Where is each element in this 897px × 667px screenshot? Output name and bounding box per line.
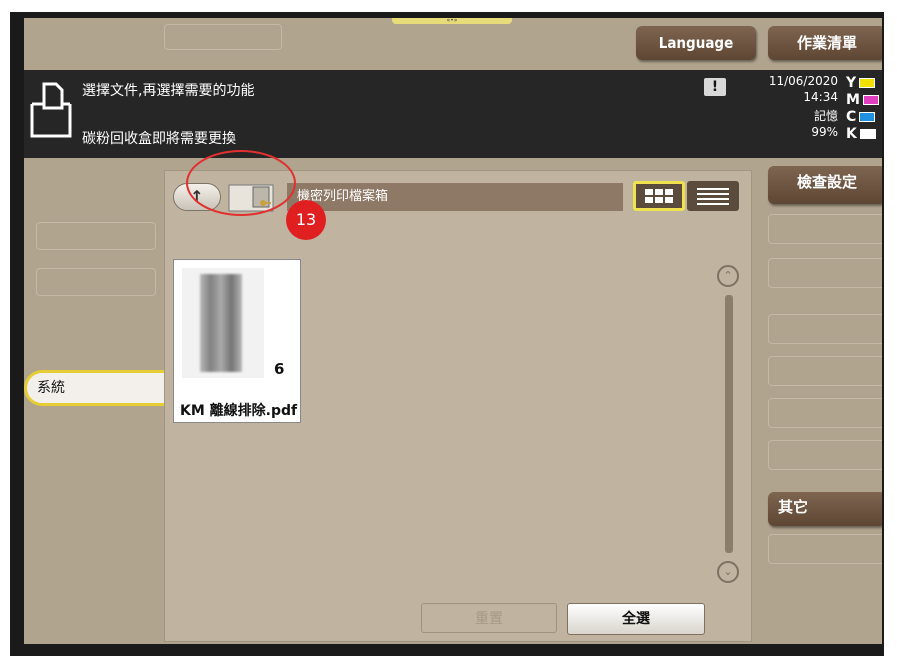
left-ghost-button-1 bbox=[36, 222, 156, 250]
list-view-icon bbox=[697, 188, 729, 205]
left-ghost-button-2 bbox=[36, 268, 156, 296]
job-list-button[interactable]: 作業清單 bbox=[768, 26, 882, 60]
status-message-1: 選擇文件,再選擇需要的功能 bbox=[82, 83, 255, 99]
top-handle[interactable]: «•» bbox=[392, 18, 512, 24]
list-view-button[interactable] bbox=[687, 181, 739, 211]
time-text: 14:34 bbox=[803, 90, 838, 104]
date-text: 11/06/2020 bbox=[768, 74, 838, 88]
scroll-up-button[interactable]: ⌃ bbox=[717, 265, 739, 287]
folder-path: 機密列印檔案箱 bbox=[287, 183, 623, 211]
language-button[interactable]: Language bbox=[636, 26, 756, 60]
status-message-2: 碳粉回收盒即將需要更換 bbox=[82, 131, 236, 147]
document-icon bbox=[30, 82, 72, 138]
annotation-number-badge: 13 bbox=[286, 200, 326, 240]
file-name: KM 離線排除.pdf bbox=[180, 403, 298, 419]
annotation-circle bbox=[186, 150, 296, 216]
right-ghost-button-2 bbox=[768, 258, 882, 288]
file-thumbnail[interactable]: 6 KM 離線排除.pdf bbox=[173, 259, 301, 423]
right-ghost-button-7 bbox=[768, 534, 882, 564]
right-ghost-button-5 bbox=[768, 398, 882, 428]
reset-button: 重置 bbox=[421, 603, 557, 633]
file-page-count: 6 bbox=[274, 360, 285, 378]
check-settings-button[interactable]: 檢查設定 bbox=[768, 166, 882, 204]
right-ghost-button-6 bbox=[768, 440, 882, 470]
toner-magenta: M bbox=[846, 93, 879, 107]
file-browser-panel: ↑ 機密列印檔案箱 6 KM 離線排除.pdf ⌃ ⌄ 重置 全選 bbox=[164, 170, 752, 642]
memory-percent: 99% bbox=[811, 125, 838, 139]
toner-black: K bbox=[846, 127, 876, 141]
panel-screen: «•» Language 作業清單 選擇文件,再選擇需要的功能 碳粉回收盒即將需… bbox=[24, 18, 882, 644]
right-ghost-button-1 bbox=[768, 214, 882, 244]
other-button[interactable]: 其它 bbox=[768, 492, 882, 526]
thumbnail-view-button[interactable] bbox=[633, 181, 685, 211]
right-ghost-button-4 bbox=[768, 356, 882, 386]
status-bar: 選擇文件,再選擇需要的功能 碳粉回收盒即將需要更換 ! 11/06/2020 1… bbox=[24, 70, 882, 158]
top-ghost-button bbox=[164, 24, 282, 50]
toner-cyan: C bbox=[846, 110, 876, 124]
right-ghost-button-3 bbox=[768, 314, 882, 344]
grid-view-icon bbox=[645, 189, 673, 203]
scroll-down-button[interactable]: ⌄ bbox=[717, 561, 739, 583]
file-preview-image bbox=[182, 268, 264, 378]
warning-icon[interactable]: ! bbox=[704, 78, 726, 96]
device-frame: «•» Language 作業清單 選擇文件,再選擇需要的功能 碳粉回收盒即將需… bbox=[10, 12, 884, 656]
system-tab[interactable]: 系統 bbox=[24, 370, 164, 406]
toner-yellow: Y bbox=[846, 76, 876, 90]
select-all-button[interactable]: 全選 bbox=[567, 603, 705, 635]
scrollbar[interactable] bbox=[725, 295, 733, 553]
memory-label: 記憶 bbox=[813, 109, 838, 123]
